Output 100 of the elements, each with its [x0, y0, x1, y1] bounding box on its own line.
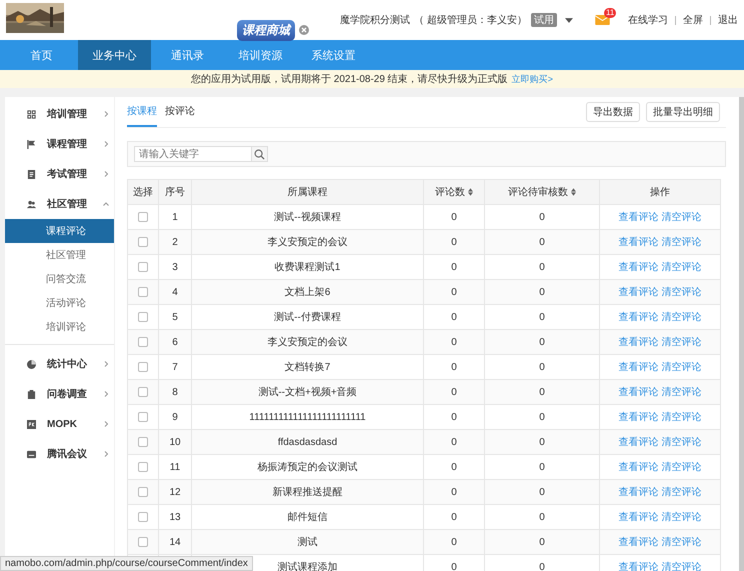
close-icon[interactable]: [299, 25, 309, 35]
table-cell: 0: [539, 262, 545, 272]
row-action-link[interactable]: 清空评论: [661, 287, 702, 298]
nav-tab[interactable]: 系统设置: [297, 40, 370, 70]
row-action-link[interactable]: 清空评论: [661, 212, 702, 223]
row-checkbox[interactable]: [138, 436, 148, 447]
buy-link[interactable]: 立即购买>: [512, 72, 553, 86]
chevron-right-icon: [103, 451, 109, 457]
row-action-link[interactable]: 查看评论: [618, 487, 659, 498]
row-checkbox[interactable]: [138, 262, 148, 272]
row-checkbox[interactable]: [138, 512, 148, 522]
column-header[interactable]: 评论数: [424, 180, 484, 204]
header-link[interactable]: 退出: [718, 13, 738, 27]
row-action-link[interactable]: 清空评论: [661, 512, 702, 523]
row-action-link[interactable]: 清空评论: [661, 537, 702, 548]
row-action-link[interactable]: 清空评论: [661, 412, 702, 423]
sidebar-item[interactable]: MOPK: [5, 409, 114, 439]
row-checkbox[interactable]: [138, 536, 148, 547]
row-checkbox[interactable]: [138, 286, 148, 297]
store-badge[interactable]: 课程商城: [237, 20, 295, 40]
row-action-link[interactable]: 清空评论: [661, 387, 702, 398]
row-action-link[interactable]: 查看评论: [618, 462, 659, 473]
sidebar-subitem[interactable]: 问答交流: [5, 267, 114, 291]
row-action-link[interactable]: 查看评论: [618, 287, 659, 298]
tab[interactable]: 按评论: [165, 97, 195, 127]
row-action-link[interactable]: 清空评论: [661, 462, 702, 473]
export-button[interactable]: 批量导出明细: [646, 102, 720, 122]
row-action-link[interactable]: 清空评论: [661, 562, 702, 571]
clipboard-icon: [27, 390, 36, 398]
sidebar-item[interactable]: 社区管理: [5, 189, 114, 219]
row-checkbox[interactable]: [138, 486, 148, 497]
row-checkbox[interactable]: [138, 412, 148, 422]
row-action-link[interactable]: 查看评论: [618, 387, 659, 398]
row-checkbox[interactable]: [138, 362, 148, 372]
row-checkbox[interactable]: [138, 212, 148, 222]
row-action-link[interactable]: 查看评论: [618, 337, 659, 348]
tab[interactable]: 按课程: [127, 97, 157, 127]
table-cell: 0: [451, 386, 457, 398]
sidebar-item[interactable]: 考试管理: [5, 159, 114, 189]
pie-chart-icon: [27, 360, 36, 368]
row-action-link[interactable]: 查看评论: [618, 262, 659, 273]
row-action-link[interactable]: 查看评论: [618, 512, 659, 523]
document-icon: [27, 170, 36, 178]
row-action-link[interactable]: 清空评论: [661, 337, 702, 348]
table-cell: 测试: [298, 537, 318, 548]
row-action-link[interactable]: 清空评论: [661, 487, 702, 498]
row-action-link[interactable]: 查看评论: [618, 537, 659, 548]
row-action-link[interactable]: 查看评论: [618, 312, 659, 323]
table-cell: 11: [170, 462, 180, 472]
sidebar-subitem[interactable]: 活动评论: [5, 291, 114, 315]
nav-tab[interactable]: 首页: [5, 40, 78, 70]
search-field[interactable]: 请输入关键字: [134, 146, 252, 162]
sidebar-item[interactable]: 腾讯会议: [5, 439, 114, 469]
header-link[interactable]: 在线学习: [628, 13, 668, 27]
people-icon: [27, 200, 36, 208]
row-checkbox[interactable]: [138, 236, 148, 247]
header-link[interactable]: 全屏: [683, 13, 703, 27]
row-checkbox[interactable]: [138, 386, 148, 397]
nav-tab[interactable]: 培训资源: [224, 40, 297, 70]
search-button[interactable]: [252, 146, 268, 162]
sidebar-item[interactable]: 统计中心: [5, 349, 114, 379]
table-cell: 0: [451, 436, 457, 448]
row-action-link[interactable]: 清空评论: [661, 237, 702, 248]
sidebar-item[interactable]: 培训管理: [5, 99, 114, 129]
row-action-link[interactable]: 查看评论: [618, 437, 659, 448]
table-cell: 0: [451, 336, 457, 348]
row-action-link[interactable]: 清空评论: [661, 262, 702, 273]
envelope-icon[interactable]: [595, 15, 610, 25]
table-cell: 0: [539, 536, 545, 548]
export-button[interactable]: 导出数据: [586, 102, 640, 122]
sidebar-subitem[interactable]: 课程评论: [5, 219, 114, 243]
sidebar-subitem[interactable]: 社区管理: [5, 243, 114, 267]
table-cell: 0: [539, 462, 545, 472]
row-checkbox[interactable]: [138, 336, 148, 347]
scrollbar[interactable]: [739, 97, 744, 571]
table-cell: 2: [172, 236, 178, 248]
row-action-link[interactable]: 查看评论: [618, 412, 659, 423]
caret-icon[interactable]: [565, 18, 573, 22]
row-action-link[interactable]: 清空评论: [661, 362, 702, 373]
row-action-link[interactable]: 清空评论: [661, 312, 702, 323]
user-role: （ 超级管理员：李义安）: [414, 14, 527, 27]
row-action-link[interactable]: 查看评论: [618, 212, 659, 223]
table-cell: 9: [172, 412, 178, 422]
row-action-link[interactable]: 查看评论: [618, 362, 659, 373]
column-header[interactable]: 评论待审核数: [484, 180, 600, 204]
row-checkbox[interactable]: [138, 312, 148, 322]
row-action-link[interactable]: 查看评论: [618, 237, 659, 248]
row-action-link[interactable]: 清空评论: [661, 437, 702, 448]
row-action-link[interactable]: 查看评论: [618, 562, 659, 571]
sidebar-subitem[interactable]: 培训评论: [5, 315, 114, 339]
table-cell: 0: [539, 562, 545, 571]
nav-tab[interactable]: 业务中心: [78, 40, 151, 70]
row-checkbox[interactable]: [138, 462, 148, 472]
sort-icon[interactable]: [468, 188, 473, 196]
sidebar-item[interactable]: 问卷调查: [5, 379, 114, 409]
table-cell: 0: [539, 336, 545, 348]
nav-tab[interactable]: 通讯录: [151, 40, 224, 70]
trial-tag: 试用: [531, 13, 557, 27]
sidebar-item[interactable]: 课程管理: [5, 129, 114, 159]
sort-icon[interactable]: [571, 188, 576, 196]
